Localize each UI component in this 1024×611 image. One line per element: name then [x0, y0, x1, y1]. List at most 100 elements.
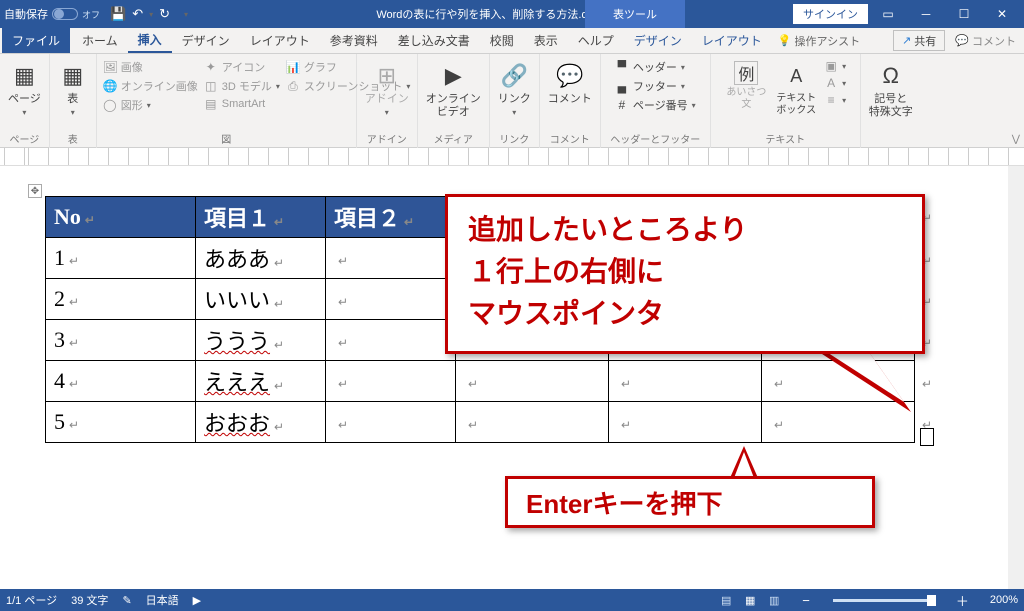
- tell-me-search[interactable]: 💡 操作アシスト: [772, 28, 866, 53]
- table-cell[interactable]: ↵: [456, 361, 609, 402]
- undo-icon[interactable]: ↶: [132, 6, 143, 22]
- greeting-button[interactable]: 例 あいさつ 文: [724, 57, 768, 111]
- table-cell[interactable]: おおお↵: [196, 402, 326, 443]
- autosave-toggle[interactable]: [52, 8, 78, 20]
- share-button[interactable]: ↗ 共有: [893, 30, 945, 51]
- table-cell[interactable]: 1↵: [46, 238, 196, 279]
- comments-button[interactable]: 💬 コメント: [947, 28, 1024, 53]
- tab-home[interactable]: ホーム: [72, 28, 128, 53]
- close-icon[interactable]: ✕: [984, 0, 1020, 28]
- table-cell[interactable]: ううう↵: [196, 320, 326, 361]
- lightbulb-icon: 💡: [778, 34, 792, 47]
- table-cell[interactable]: 3↵: [46, 320, 196, 361]
- redo-icon[interactable]: ↻: [159, 6, 170, 22]
- header-button[interactable]: ▀ヘッダー ▾: [615, 59, 696, 75]
- addins-icon: ⊞: [372, 61, 402, 91]
- table-cell[interactable]: ↵: [326, 279, 456, 320]
- video-icon: ▶: [438, 61, 468, 91]
- table-cell[interactable]: 2↵: [46, 279, 196, 320]
- table-cell[interactable]: ↵: [326, 361, 456, 402]
- document-area[interactable]: ✥ No↵ 項目１↵ 項目２↵ 1↵あああ↵↵↵↵↵2↵いいい↵↵↵↵↵3↵うう…: [0, 166, 1024, 589]
- ribbon-display-options-icon[interactable]: ▭: [870, 0, 906, 28]
- table-row[interactable]: 5↵おおお↵↵↵↵↵: [46, 402, 915, 443]
- group-pages-label: ページ: [6, 129, 43, 148]
- status-words[interactable]: 39 文字: [71, 592, 108, 608]
- online-video-button[interactable]: ▶ オンライン ビデオ: [424, 57, 483, 119]
- minimize-icon[interactable]: －: [908, 0, 944, 28]
- table-cell[interactable]: ↵: [609, 402, 762, 443]
- icons-icon: ✦: [204, 60, 218, 74]
- view-read-icon[interactable]: ▤: [715, 592, 737, 608]
- view-web-icon[interactable]: ▥: [763, 592, 785, 608]
- save-icon[interactable]: 💾: [110, 6, 126, 22]
- icons-button[interactable]: ✦アイコン: [204, 59, 280, 75]
- table-cell[interactable]: ↵: [326, 320, 456, 361]
- smartart-button[interactable]: ▤SmartArt: [204, 97, 280, 111]
- callout-enter-key: Enterキーを押下: [505, 476, 875, 528]
- pages-button[interactable]: ▦ ページ▾: [6, 57, 43, 119]
- comment-icon: 💬: [955, 34, 969, 47]
- cell-mark: ↵: [468, 418, 478, 432]
- status-language[interactable]: 日本語: [146, 592, 179, 608]
- vertical-scrollbar[interactable]: [1008, 166, 1024, 589]
- comment-button[interactable]: 💬 コメント: [546, 57, 594, 106]
- pagenum-icon: #: [615, 98, 629, 112]
- cube-icon: ◫: [204, 79, 218, 93]
- autosave-label: 自動保存: [4, 6, 48, 22]
- macro-icon[interactable]: ▶: [193, 594, 201, 607]
- collapse-ribbon-icon[interactable]: ⋁: [1012, 134, 1020, 145]
- symbols-button[interactable]: Ω 記号と 特殊文字: [867, 57, 915, 119]
- table-cell[interactable]: ↵: [326, 402, 456, 443]
- tab-insert[interactable]: 挿入: [128, 28, 172, 53]
- tab-design[interactable]: デザイン: [172, 28, 240, 53]
- models3d-button[interactable]: ◫3D モデル ▾: [204, 78, 280, 94]
- text-extra-1[interactable]: ▣▾: [824, 59, 846, 73]
- links-button[interactable]: 🔗 リンク▾: [496, 57, 533, 119]
- addins-button[interactable]: ⊞ アドイン▾: [363, 57, 411, 119]
- tab-help[interactable]: ヘルプ: [568, 28, 624, 53]
- table-resize-handle-icon[interactable]: [920, 428, 934, 446]
- tab-table-design[interactable]: デザイン: [624, 28, 692, 53]
- pictures-button[interactable]: 🖼画像: [103, 59, 198, 75]
- zoom-out-button[interactable]: −: [799, 593, 813, 608]
- text-extra-3[interactable]: ≡▾: [824, 93, 846, 107]
- table-button[interactable]: ▦ 表▾: [56, 57, 90, 119]
- table-cell[interactable]: いいい↵: [196, 279, 326, 320]
- cell-mark: ↵: [621, 377, 631, 391]
- table-cell[interactable]: ↵: [326, 238, 456, 279]
- horizontal-ruler[interactable]: [0, 148, 1024, 166]
- tab-file[interactable]: ファイル: [2, 28, 70, 53]
- table-cell[interactable]: 4↵: [46, 361, 196, 402]
- tab-view[interactable]: 表示: [524, 28, 568, 53]
- zoom-slider[interactable]: [833, 599, 933, 602]
- view-print-icon[interactable]: ▦: [739, 592, 761, 608]
- autosave-toggle-group[interactable]: 自動保存 オフ: [4, 6, 100, 22]
- table-cell[interactable]: ↵: [456, 402, 609, 443]
- table-cell[interactable]: 5↵: [46, 402, 196, 443]
- undo-dropdown-icon[interactable]: ▾: [149, 10, 153, 19]
- text-extra-2[interactable]: A▾: [824, 76, 846, 90]
- table-cell[interactable]: えええ↵: [196, 361, 326, 402]
- tab-layout[interactable]: レイアウト: [240, 28, 320, 53]
- table-cell[interactable]: ↵: [609, 361, 762, 402]
- spellcheck-icon[interactable]: ✎: [122, 594, 131, 607]
- tab-mailings[interactable]: 差し込み文書: [388, 28, 480, 53]
- zoom-level[interactable]: 200%: [990, 594, 1018, 606]
- shapes-button[interactable]: ◯図形 ▾: [103, 97, 198, 113]
- zoom-in-button[interactable]: ＋: [953, 591, 972, 610]
- group-tables: ▦ 表▾ 表: [50, 54, 97, 148]
- group-tables-label: 表: [56, 129, 90, 148]
- table-cell[interactable]: あああ↵: [196, 238, 326, 279]
- status-page[interactable]: 1/1 ページ: [6, 592, 57, 608]
- footer-button[interactable]: ▄フッター ▾: [615, 78, 696, 94]
- table-row[interactable]: 4↵えええ↵↵↵↵↵: [46, 361, 915, 402]
- signin-button[interactable]: サインイン: [793, 4, 868, 24]
- textbox-button[interactable]: A テキスト ボックス: [774, 57, 818, 117]
- table-move-handle-icon[interactable]: ✥: [28, 184, 42, 198]
- tab-review[interactable]: 校閲: [480, 28, 524, 53]
- online-pictures-button[interactable]: 🌐オンライン画像: [103, 78, 198, 94]
- page-number-button[interactable]: #ページ番号 ▾: [615, 97, 696, 113]
- tab-table-layout[interactable]: レイアウト: [692, 28, 772, 53]
- tab-references[interactable]: 参考資料: [320, 28, 388, 53]
- maximize-icon[interactable]: ☐: [946, 0, 982, 28]
